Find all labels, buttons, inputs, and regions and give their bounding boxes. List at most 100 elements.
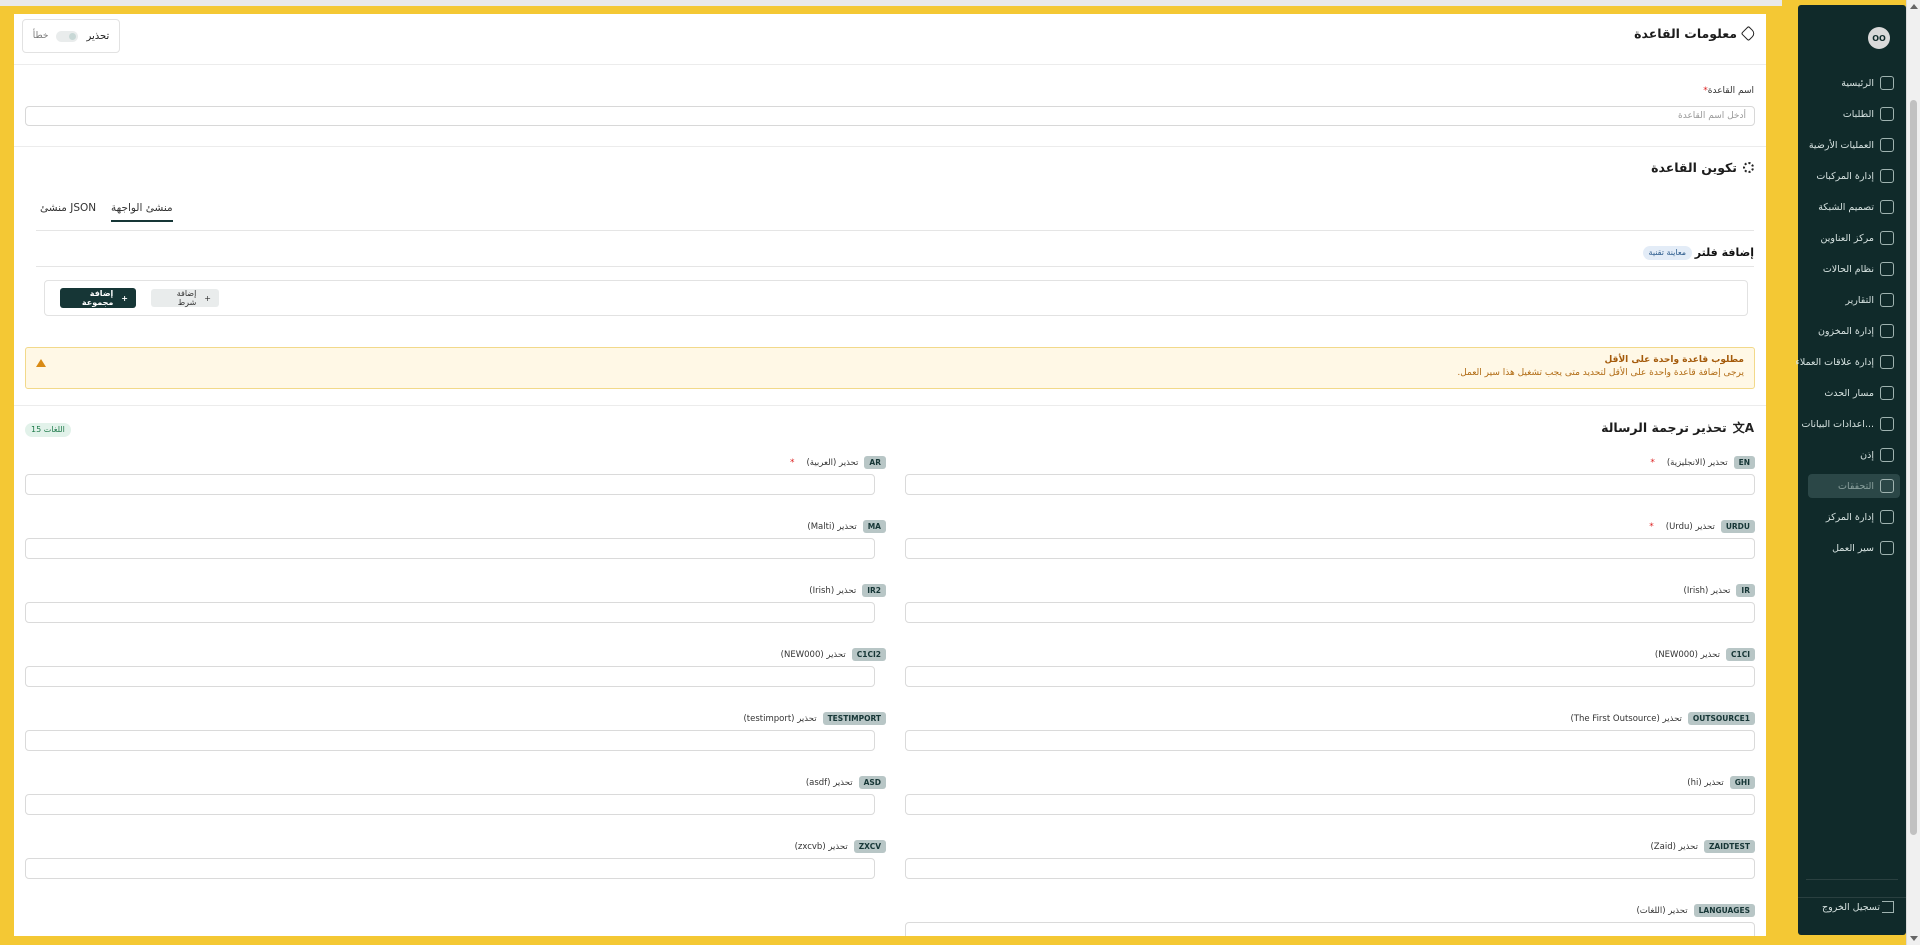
language-code-badge: AR: [864, 456, 886, 469]
dashboard-icon: [1880, 76, 1894, 90]
language-label: تحذير (الانجليزية): [1666, 457, 1728, 468]
sidebar-item-hub[interactable]: إدارة المركز: [1808, 505, 1900, 529]
filter-title: إضافة فلتر: [1694, 246, 1754, 259]
logout-button[interactable]: تسجيل الخروج: [1798, 897, 1906, 917]
add-group-label: إضافة مجموعة: [81, 289, 114, 307]
sidebar-item-status[interactable]: نظام الحالات: [1808, 257, 1900, 281]
ground-ops-icon: [1880, 138, 1894, 152]
avatar[interactable]: OO: [1868, 27, 1890, 49]
route-icon: [1880, 386, 1894, 400]
sidebar-item-reports[interactable]: التقارير: [1808, 288, 1900, 312]
language-label: تحذير (zxcvb): [794, 841, 848, 852]
translation-input-en[interactable]: [905, 474, 1755, 495]
scroll-down-icon[interactable]: [1910, 936, 1918, 941]
severity-switch[interactable]: [56, 30, 79, 42]
sidebar-item-dashboard[interactable]: الرئيسية: [1808, 71, 1900, 95]
translation-input-ar[interactable]: [25, 474, 875, 495]
translation-input-ir[interactable]: [905, 602, 1755, 623]
sidebar-item-users[interactable]: إذن: [1808, 443, 1900, 467]
translation-input-asd[interactable]: [25, 794, 875, 815]
tab-ui-builder[interactable]: منشئ الواجهة: [111, 202, 173, 222]
page-scrollbar[interactable]: [1906, 0, 1920, 945]
language-label-row: IR تحذير (Irish): [1684, 584, 1755, 597]
warning-title: مطلوب قاعدة واحدة على الأقل: [1604, 355, 1744, 365]
sidebar-item-truck[interactable]: إدارة المركبات: [1808, 164, 1900, 188]
sidebar-item-ground-ops[interactable]: العمليات الأرضية: [1808, 133, 1900, 157]
sidebar-item-label: تصميم الشبكة: [1818, 201, 1874, 213]
translation-input-urdu[interactable]: [905, 538, 1755, 559]
rule-info-title-text: معلومات القاعدة: [1634, 26, 1737, 41]
sidebar-item-label: إدارة المخزون: [1817, 325, 1874, 337]
translation-input-languages[interactable]: [905, 922, 1755, 936]
sidebar-item-database[interactable]: اعدادات البيانات...: [1802, 412, 1900, 436]
language-label: تحذير (NEW000): [780, 649, 846, 660]
translation-input-ghi[interactable]: [905, 794, 1755, 815]
filter-box: + إضافة مجموعة + إضافة شرط: [44, 280, 1748, 316]
logout-icon: [1882, 901, 1894, 913]
sidebar-nav: الرئيسية الطلبات العمليات الأرضية إدارة الم…: [1795, 71, 1906, 567]
translation-input-c1ci2[interactable]: [25, 666, 875, 687]
language-code-badge: IR: [1736, 584, 1755, 597]
sidebar-item-validations[interactable]: التحققات: [1808, 474, 1900, 498]
sidebar-item-label: التحققات: [1838, 480, 1874, 492]
crm-icon: [1880, 355, 1894, 369]
translation-input-testimport[interactable]: [25, 730, 875, 751]
language-label: تحذير (Zaid): [1650, 841, 1698, 852]
language-label: تحذير (العربية): [806, 457, 859, 468]
add-condition-label: إضافة شرط: [176, 289, 197, 307]
rule-name-input[interactable]: أدخل اسم القاعدة: [25, 106, 1755, 126]
translation-input-zaidtest[interactable]: [905, 858, 1755, 879]
orders-icon: [1880, 107, 1894, 121]
language-code-badge: ZAIDTEST: [1703, 840, 1755, 853]
validations-icon: [1880, 479, 1894, 493]
rule-name-label-text: اسم القاعدة: [1707, 86, 1754, 96]
translation-input-zxcv[interactable]: [25, 858, 875, 879]
language-label-row: EN تحذير (الانجليزية) *: [1650, 456, 1755, 469]
sidebar-item-address[interactable]: مركز العناوين: [1808, 226, 1900, 250]
language-label: تحذير (Irish): [809, 585, 857, 596]
language-code-badge: URDU: [1720, 520, 1755, 533]
tab-json-builder[interactable]: منشئ JSON: [40, 202, 96, 214]
network-icon: [1880, 200, 1894, 214]
language-label: تحذير (NEW000): [1654, 649, 1720, 660]
sidebar-item-label: الطلبات: [1842, 108, 1874, 120]
language-label: تحذير (Irish): [1683, 585, 1731, 596]
scroll-up-icon[interactable]: [1910, 4, 1918, 9]
sidebar-item-label: العمليات الأرضية: [1808, 139, 1874, 151]
translation-input-ma[interactable]: [25, 538, 875, 559]
severity-toggle[interactable]: تحذير خطأ: [22, 19, 120, 53]
tech-preview-badge: معاينة تقنية: [1642, 246, 1692, 260]
hub-icon: [1880, 510, 1894, 524]
language-code-badge: C1CI2: [851, 648, 886, 661]
rule-name-label: اسم القاعدة*: [1703, 86, 1754, 96]
translation-input-c1ci[interactable]: [905, 666, 1755, 687]
warning-icon: [36, 359, 46, 367]
language-label-row: C1CI2 تحذير (NEW000): [781, 648, 886, 661]
sidebar-item-crm[interactable]: إدارة علاقات العملاء: [1795, 350, 1900, 374]
language-label-row: ASD تحذير (asdf): [806, 776, 886, 789]
language-code-badge: EN: [1733, 456, 1755, 469]
sidebar-item-route[interactable]: مسار الحدث: [1808, 381, 1900, 405]
translation-title-text: تحذير ترجمة الرسالة: [1601, 420, 1727, 435]
scroll-thumb[interactable]: [1910, 100, 1917, 835]
language-code-badge: LANGUAGES: [1693, 904, 1755, 917]
rule-config-title-text: تكوين القاعدة: [1651, 160, 1737, 175]
sidebar-item-label: نظام الحالات: [1822, 263, 1874, 275]
language-code-badge: ASD: [858, 776, 886, 789]
translation-input-outsource1[interactable]: [905, 730, 1755, 751]
translation-title: 文A تحذير ترجمة الرسالة: [1601, 419, 1754, 436]
translation-input-ir2[interactable]: [25, 602, 875, 623]
add-condition-button[interactable]: + إضافة شرط: [151, 289, 219, 307]
logout-label: تسجيل الخروج: [1822, 902, 1880, 913]
language-label-row: AR تحذير (العربية) *: [790, 456, 886, 469]
language-label-row: ZXCV تحذير (zxcvb): [795, 840, 886, 853]
sidebar-item-label: الرئيسية: [1841, 77, 1874, 89]
reports-icon: [1880, 293, 1894, 307]
language-code-badge: GHI: [1729, 776, 1755, 789]
sidebar-item-network[interactable]: تصميم الشبكة: [1808, 195, 1900, 219]
sidebar-item-inventory[interactable]: إدارة المخزون: [1808, 319, 1900, 343]
sidebar-item-workflow[interactable]: سير العمل: [1808, 536, 1900, 560]
add-group-button[interactable]: + إضافة مجموعة: [60, 288, 136, 308]
sidebar-item-orders[interactable]: الطلبات: [1808, 102, 1900, 126]
sidebar-item-label: اعدادات البيانات...: [1801, 418, 1874, 430]
